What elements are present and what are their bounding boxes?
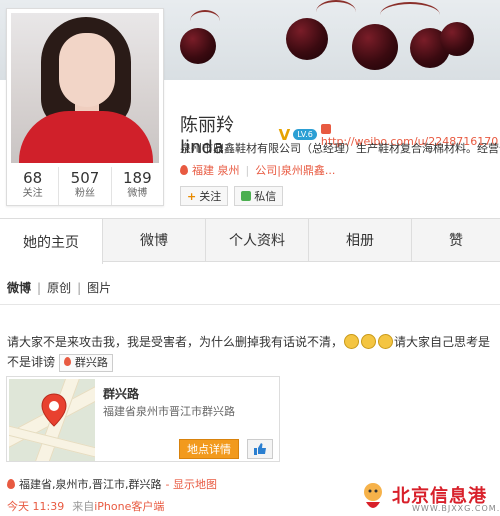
filter-original[interactable]: 原创	[47, 279, 71, 296]
post-location-text[interactable]: 福建省,泉州市,晋江市,群兴路	[19, 476, 162, 492]
post-time[interactable]: 今天 11:39	[7, 500, 64, 513]
location-chip-label: 群兴路	[74, 356, 108, 369]
place-title: 群兴路	[103, 387, 140, 401]
tab-profile-info[interactable]: 个人资料	[206, 219, 309, 261]
cherry-image	[180, 28, 216, 64]
map-card: 群兴路 福建省泉州市晋江市群兴路 地点详情	[6, 376, 280, 462]
watermark-url: WWW.BJXXG.COM.	[412, 504, 500, 513]
tag-company[interactable]: 公司|泉州鼎鑫...	[255, 162, 335, 178]
stat-label: 关注	[22, 188, 43, 199]
place-detail-button[interactable]: 地点详情	[179, 439, 239, 459]
stat-label: 微博	[127, 188, 148, 199]
stat-number: 68	[23, 169, 43, 187]
post-text-part1: 请大家不是来攻击我，我是受害者，为什么删掉我有话说不清，	[7, 335, 344, 349]
cry-face-icon	[361, 334, 377, 349]
message-icon	[241, 191, 252, 201]
tab-home[interactable]: 她的主页	[0, 219, 103, 264]
tab-likes[interactable]: 赞	[412, 219, 500, 261]
profile-actions: + 关注 私信	[180, 186, 284, 206]
map-thumbnail[interactable]	[9, 379, 95, 461]
thumbs-up-glyph	[254, 443, 266, 455]
level-badge[interactable]: LV.6	[293, 129, 317, 140]
cry-face-icon	[378, 334, 394, 349]
feed-filter: 微博 | 原创 | 图片	[7, 279, 111, 296]
profile-card: 68 关注 507 粉丝 189 微博	[6, 8, 164, 206]
follow-button[interactable]: + 关注	[180, 186, 229, 206]
tab-weibo[interactable]: 微博	[103, 219, 206, 261]
main-tabs: 她的主页 微博 个人资料 相册 赞	[0, 218, 500, 264]
watermark: 北京信息港 WWW.BJXXG.COM.	[350, 478, 500, 516]
post-location: 福建省,泉州市,晋江市,群兴路 - 显示地图	[7, 476, 217, 492]
cherry-image	[286, 18, 328, 60]
thumbs-up-icon[interactable]	[247, 439, 273, 459]
tab-album[interactable]: 相册	[309, 219, 412, 261]
profile-tags: 福建 泉州 | 公司|泉州鼎鑫...	[180, 162, 335, 178]
cry-face-icon	[344, 334, 360, 349]
tag-location[interactable]: 福建 泉州	[192, 162, 240, 178]
plus-icon: +	[187, 189, 197, 203]
location-pin-icon	[7, 479, 15, 489]
location-pin-icon	[63, 357, 71, 366]
divider: |	[37, 280, 42, 295]
profile-stats: 68 关注 507 粉丝 189 微博	[7, 167, 163, 205]
location-pin-icon	[180, 165, 188, 175]
stat-followers[interactable]: 507 粉丝	[59, 167, 112, 205]
stat-number: 507	[70, 169, 100, 187]
filter-all[interactable]: 微博	[7, 279, 31, 296]
stat-number: 189	[123, 169, 152, 187]
divider: |	[245, 163, 250, 177]
post-text: 请大家不是来攻击我，我是受害者，为什么删掉我有话说不清， 请大家自己思考是不是诽谤…	[7, 332, 493, 372]
stat-label: 粉丝	[74, 188, 95, 199]
profile-description: 泉州市鼎鑫鞋材有限公司（总经理）生产鞋材复合海棉材料。经营化工	[180, 142, 500, 155]
location-chip[interactable]: 群兴路	[58, 354, 113, 372]
divider: |	[77, 280, 82, 295]
post-from-label: 来自	[72, 500, 95, 513]
stat-posts[interactable]: 189 微博	[112, 167, 163, 205]
cherry-image	[352, 24, 398, 70]
stat-following[interactable]: 68 关注	[7, 167, 60, 205]
show-map-link[interactable]: - 显示地图	[166, 476, 217, 492]
post-client-link[interactable]: iPhone客户端	[94, 500, 164, 513]
filter-images[interactable]: 图片	[87, 279, 111, 296]
place-address: 福建省泉州市晋江市群兴路	[103, 405, 235, 418]
message-button[interactable]: 私信	[234, 186, 284, 206]
post-meta: 今天 11:39 来自iPhone客户端	[7, 498, 164, 514]
message-label: 私信	[254, 190, 277, 203]
map-pin-icon	[41, 393, 67, 427]
link-icon	[320, 123, 331, 134]
mascot-logo-icon	[364, 483, 382, 508]
section-divider	[0, 304, 500, 305]
avatar[interactable]	[11, 13, 159, 163]
cherry-image	[440, 22, 474, 56]
follow-label: 关注	[199, 190, 222, 203]
